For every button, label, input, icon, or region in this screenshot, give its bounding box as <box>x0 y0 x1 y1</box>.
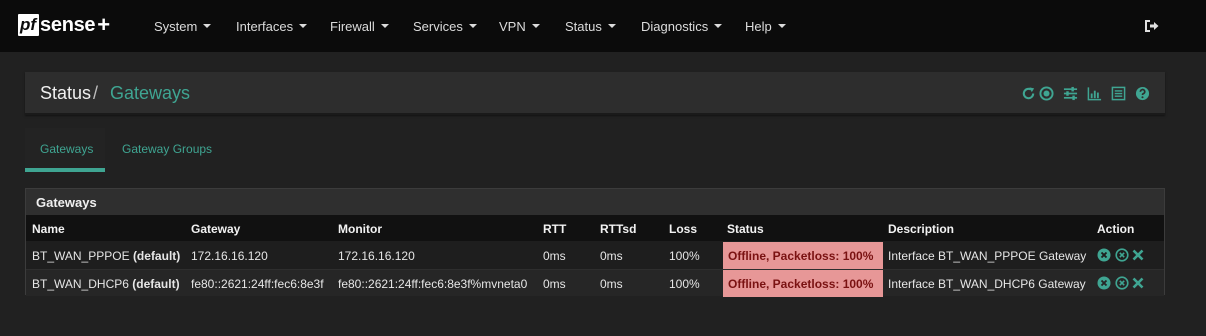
top-navbar: pf sense + System Interfaces Firewall Se… <box>0 0 1206 52</box>
logo-pf-mark: pf <box>18 14 40 36</box>
menu-vpn-label: VPN <box>499 18 526 34</box>
chevron-down-icon <box>531 24 540 28</box>
cell-loss: 100% <box>669 277 700 291</box>
question-circle-icon[interactable] <box>1135 86 1150 101</box>
breadcrumb-separator: / <box>93 83 99 103</box>
times-circle-icon[interactable] <box>1097 248 1111 262</box>
cell-loss: 100% <box>669 249 700 263</box>
page-header: Status / Gateways <box>25 72 1165 115</box>
menu-help-label: Help <box>745 18 772 34</box>
breadcrumb-gateways-link[interactable]: Gateways <box>110 83 190 104</box>
cell-monitor: 172.16.16.120 <box>338 249 415 263</box>
menu-diagnostics[interactable]: Diagnostics <box>641 0 723 52</box>
menu-services-label: Services <box>413 18 463 34</box>
list-alt-icon[interactable] <box>1111 86 1126 101</box>
menu-vpn[interactable]: VPN <box>499 0 540 52</box>
cell-rttsd: 0ms <box>600 277 623 291</box>
menu-interfaces-label: Interfaces <box>236 18 294 34</box>
default-tag: (default) <box>132 249 181 263</box>
col-header-rttsd: RTTsd <box>600 222 637 236</box>
cell-gateway: 172.16.16.120 <box>191 249 268 263</box>
sign-out-icon[interactable] <box>1144 18 1160 34</box>
logo-plus-mark: + <box>97 12 111 37</box>
tab-gateways[interactable]: Gateways <box>25 128 105 172</box>
gateway-name: BT_WAN_DHCP6 <box>32 277 129 291</box>
cell-gateway: fe80::2621:24ff:fec6:8e3f <box>191 277 324 291</box>
tab-gateway-groups[interactable]: Gateway Groups <box>122 142 212 156</box>
ban-circle-icon[interactable] <box>1115 248 1129 262</box>
chevron-down-icon <box>380 24 389 28</box>
gateway-name: BT_WAN_PPPOE <box>32 249 130 263</box>
col-header-action: Action <box>1097 222 1135 236</box>
status-text: Offline, Packetloss: 100% <box>728 277 874 291</box>
chevron-down-icon <box>714 24 723 28</box>
cell-description: Interface BT_WAN_PPPOE Gateway <box>888 249 1087 263</box>
status-text: Offline, Packetloss: 100% <box>728 249 874 263</box>
status-badge: Offline, Packetloss: 100% <box>723 270 883 297</box>
cell-name: BT_WAN_PPPOE (default) <box>32 249 180 263</box>
col-header-description: Description <box>888 222 955 236</box>
table-row: BT_WAN_DHCP6 (default) fe80::2621:24ff:f… <box>26 269 1164 297</box>
gateways-panel: Gateways Name Gateway Monitor RTT RTTsd … <box>25 188 1165 297</box>
ban-circle-icon[interactable] <box>1115 276 1129 290</box>
chevron-down-icon <box>203 24 212 28</box>
default-tag: (default) <box>132 277 180 291</box>
menu-help[interactable]: Help <box>745 0 786 52</box>
status-badge: Offline, Packetloss: 100% <box>723 242 883 269</box>
menu-diagnostics-label: Diagnostics <box>641 18 709 34</box>
cell-monitor: fe80::2621:24ff:fec6:8e3f%mvneta0 <box>338 277 528 291</box>
times-circle-icon[interactable] <box>1097 276 1111 290</box>
cell-rtt: 0ms <box>543 277 566 291</box>
breadcrumb-status-link[interactable]: Status <box>40 83 91 104</box>
col-header-name: Name <box>32 222 65 236</box>
pfsense-logo[interactable]: pf sense + <box>18 12 111 37</box>
menu-firewall[interactable]: Firewall <box>330 0 389 52</box>
cell-rtt: 0ms <box>543 249 566 263</box>
tab-gateways-label: Gateways <box>40 142 94 156</box>
bar-chart-icon[interactable] <box>1087 86 1102 101</box>
close-icon[interactable] <box>1131 276 1145 290</box>
menu-firewall-label: Firewall <box>330 18 375 34</box>
cell-rttsd: 0ms <box>600 249 623 263</box>
close-icon[interactable] <box>1131 248 1145 262</box>
menu-system-label: System <box>154 18 198 34</box>
chevron-down-icon <box>607 24 616 28</box>
menu-interfaces[interactable]: Interfaces <box>236 0 308 52</box>
cell-description: Interface BT_WAN_DHCP6 Gateway <box>888 277 1086 291</box>
menu-system[interactable]: System <box>154 0 212 52</box>
chevron-down-icon <box>468 24 477 28</box>
col-header-loss: Loss <box>669 222 698 236</box>
col-header-gateway: Gateway <box>191 222 241 236</box>
col-header-status: Status <box>727 222 764 236</box>
sliders-icon[interactable] <box>1063 86 1078 101</box>
menu-status[interactable]: Status <box>565 0 616 52</box>
menu-services[interactable]: Services <box>413 0 477 52</box>
menu-status-label: Status <box>565 18 602 34</box>
panel-title-bar: Gateways <box>26 189 1164 215</box>
col-header-rtt: RTT <box>543 222 567 236</box>
refresh-icon[interactable] <box>1021 86 1036 101</box>
stop-circle-icon[interactable] <box>1039 86 1054 101</box>
chevron-down-icon <box>777 24 786 28</box>
chevron-down-icon <box>299 24 308 28</box>
logo-sense-text: sense <box>40 13 96 36</box>
panel-title: Gateways <box>36 195 97 210</box>
col-header-monitor: Monitor <box>338 222 382 236</box>
table-row: BT_WAN_PPPOE (default) 172.16.16.120 172… <box>26 242 1164 269</box>
cell-name: BT_WAN_DHCP6 (default) <box>32 277 180 291</box>
table-header: Name Gateway Monitor RTT RTTsd Loss Stat… <box>26 215 1164 241</box>
